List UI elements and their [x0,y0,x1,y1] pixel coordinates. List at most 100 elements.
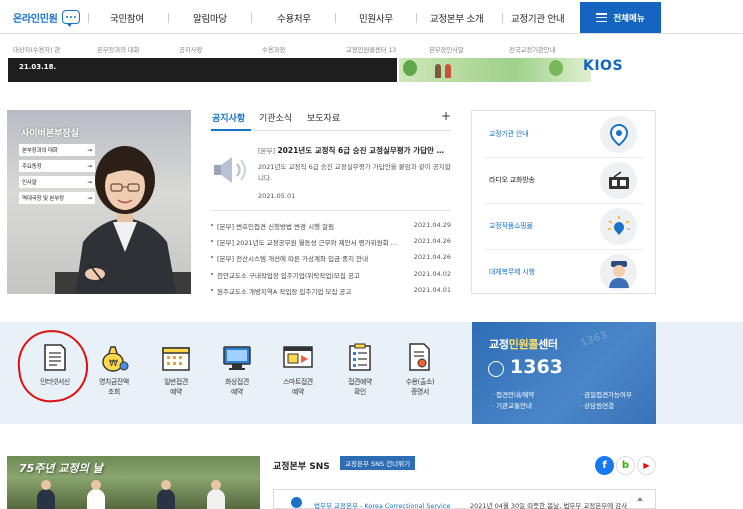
nav-divider [251,13,252,23]
anniversary-banner[interactable]: 75주년 교정의 날 [7,456,260,509]
nav-item-institutions[interactable]: 교정기관 안내 [511,11,565,25]
service-label-line: 조회 [108,388,120,396]
cyber-link-label: 역대국장 및 본부장 [22,196,64,202]
main-banner-illustration[interactable] [399,58,591,82]
person-head [211,480,221,490]
hamburger-icon [596,13,608,22]
person-head [91,480,101,490]
subnav-item[interactable]: 교정민원콜센터 13 [346,44,396,54]
nav-item-news[interactable]: 알림마당 [193,11,227,25]
quick-label: 교정작품쇼핑몰 [489,222,533,230]
service-smart-visit[interactable]: 스마트접견 예약 [268,340,328,397]
subnav-item[interactable]: 대상자(수용자) 관 [13,44,60,54]
nav-item-about[interactable]: 교정본부 소개 [430,11,484,25]
subnav-item[interactable]: 공지사항 [179,44,202,54]
active-tab-indicator [211,129,251,131]
facebook-icon[interactable]: f [595,456,614,475]
cyber-link-history[interactable]: 역대국장 및 본부장 → [19,192,95,204]
cyber-link-label: 본부장과의 대화 [22,148,58,154]
list-item[interactable]: [본부] 2021년도 교정공무원 월동성 근무와 제안서 평가위원회 … 202… [211,237,451,253]
blog-icon[interactable]: b [616,456,635,475]
tree-shape [549,60,563,76]
money-bag-icon: ₩ [84,340,144,372]
notice-title: 천안교도소 구내작업장 입주기업(위탁작업)모집 공고 [217,271,360,280]
youtube-icon[interactable]: ▶ [637,456,656,475]
list-item[interactable]: [본부] 전산시스템 개선에 따른 가상계좌 입금 중지 안내 2021.04.2… [211,253,451,269]
nav-item-civil-affairs[interactable]: 민원사무 [359,11,393,25]
cyber-chief-links: 본부장과의 대화 → 주요동정 → 인사말 → 역대국장 및 본부장 → [19,144,95,208]
nav-item-treatment[interactable]: 수용처우 [277,11,311,25]
service-label: 접견예약 확인 [330,377,390,397]
nav-item-participation[interactable]: 국민참여 [110,11,144,25]
cyber-link-greeting[interactable]: 인사말 → [19,176,95,188]
service-video-visit[interactable]: 화상접견 예약 [207,340,267,397]
service-deposit-balance[interactable]: ₩ 영치금잔액 조회 [84,340,144,397]
featured-notice-title[interactable]: [본부] 2021년도 교정직 6급 승진 교정실무평가 가답안 … [258,145,450,156]
notice-tabs: 공지사항 기관소식 보도자료 [211,111,451,131]
radio-icon [600,162,637,199]
cyber-link-dialogue[interactable]: 본부장과의 대화 → [19,144,95,156]
service-label: 수용(출소) 증명서 [390,377,450,397]
svg-text:₩: ₩ [109,359,118,369]
more-plus-icon[interactable]: + [441,109,451,123]
main-banner-dark[interactable] [8,58,397,82]
anniversary-title: 75주년 교정의 날 [19,462,103,475]
subnav-item[interactable]: 수용과정 [262,44,285,54]
sns-skip-button[interactable]: 교정본부 SNS 건너뛰기 [340,456,416,470]
quick-item-shop[interactable]: 교정작품쇼핑몰 [472,203,655,249]
notice-date: 2021.04.26 [413,237,451,246]
service-visit-confirm[interactable]: 접견예약 확인 [330,340,390,397]
subnav-item[interactable]: 본부장인사말 [429,44,464,54]
kios-logo: KIOS [583,58,624,74]
arrow-right-icon: → [87,162,92,170]
bullet [211,272,213,275]
phone-icon [488,361,504,377]
quick-item-alt-service[interactable]: 대체복무제 시행 [472,249,655,295]
shopping-icon [600,208,637,245]
call-service-item: · 상담원연결 [580,402,615,410]
service-label-line: 일반접견 [164,378,188,386]
service-label-line: 예약 [231,388,243,396]
list-item[interactable]: [본부] 변호인접견 신청방법 변경 시행 알림 2021.04.29 [211,221,451,237]
list-item[interactable]: 천안교도소 구내작업장 입주기업(위탁작업)모집 공고 2021.04.02 [211,270,451,286]
notice-date: 2021.04.01 [413,285,451,294]
list-item[interactable]: 원주교도소 개방지역A 작업장 입주기업 모집 공고 2021.04.01 [211,286,451,302]
cyber-link-activities[interactable]: 주요동정 → [19,160,95,172]
service-general-visit[interactable]: 일반접견예약 [146,340,206,397]
bullet [211,288,213,291]
arrow-right-icon: → [87,178,92,186]
tab-notice[interactable]: 공지사항 [212,111,245,124]
nav-divider [416,13,417,23]
service-label: 영치금잔액 조회 [84,377,144,397]
quick-item-institutions[interactable]: 교정기관 안내 [472,111,655,157]
subnav-item[interactable]: 본부장과의 대화 [97,44,140,54]
person-shape [207,489,225,509]
all-menu-button[interactable]: 전체메뉴 [580,2,661,33]
tab-agency-news[interactable]: 기관소식 [259,111,292,124]
call-title-highlight: 민원콜 [508,338,539,351]
person-shape [157,489,175,509]
monitor-icon [207,340,267,372]
speaker-icon [214,157,247,183]
officer-icon [600,254,637,291]
top-nav: 온라인민원 국민참여 알림마당 수용처우 민원사무 교정본부 소개 교정기관 안… [0,0,743,34]
service-label-line: 예약 [170,388,182,396]
nav-divider [168,13,169,23]
notice-list: [본부] 변호인접견 신청방법 변경 시행 알림 2021.04.29 [본부] … [211,221,451,302]
quick-label: 대체복무제 시행 [489,268,535,276]
service-release-certificate[interactable]: 수용(출소) 증명서 [390,340,450,397]
featured-notice-date: 2021.05.01 [258,192,296,200]
cyber-link-label: 주요동정 [22,164,42,170]
quick-item-radio[interactable]: 라디오 교화방송 [472,157,655,203]
bullet [211,224,213,226]
sns-account-name[interactable]: 법무부 교정본부 - Korea Correctional Service [314,500,450,509]
smart-visit-icon [268,340,328,372]
scroll-up-icon[interactable] [637,497,643,501]
subnav-item[interactable]: 전국교정기관안내 [509,44,555,54]
online-civil-link[interactable]: 온라인민원 [13,8,80,27]
call-center-banner[interactable]: 1363 교정민원콜센터 1363 · 접견안내/예약 · 금일접견가능여부 ·… [472,322,656,424]
sns-feed: 법무부 교정본부 - Korea Correctional Service 20… [273,489,656,509]
arrow-right-icon: → [87,146,92,154]
tab-press[interactable]: 보도자료 [307,111,340,124]
sns-post-text[interactable]: 2021년 04월 30일 따뜻한 봄날, 법무부 교정본부에 감사 [470,500,630,509]
